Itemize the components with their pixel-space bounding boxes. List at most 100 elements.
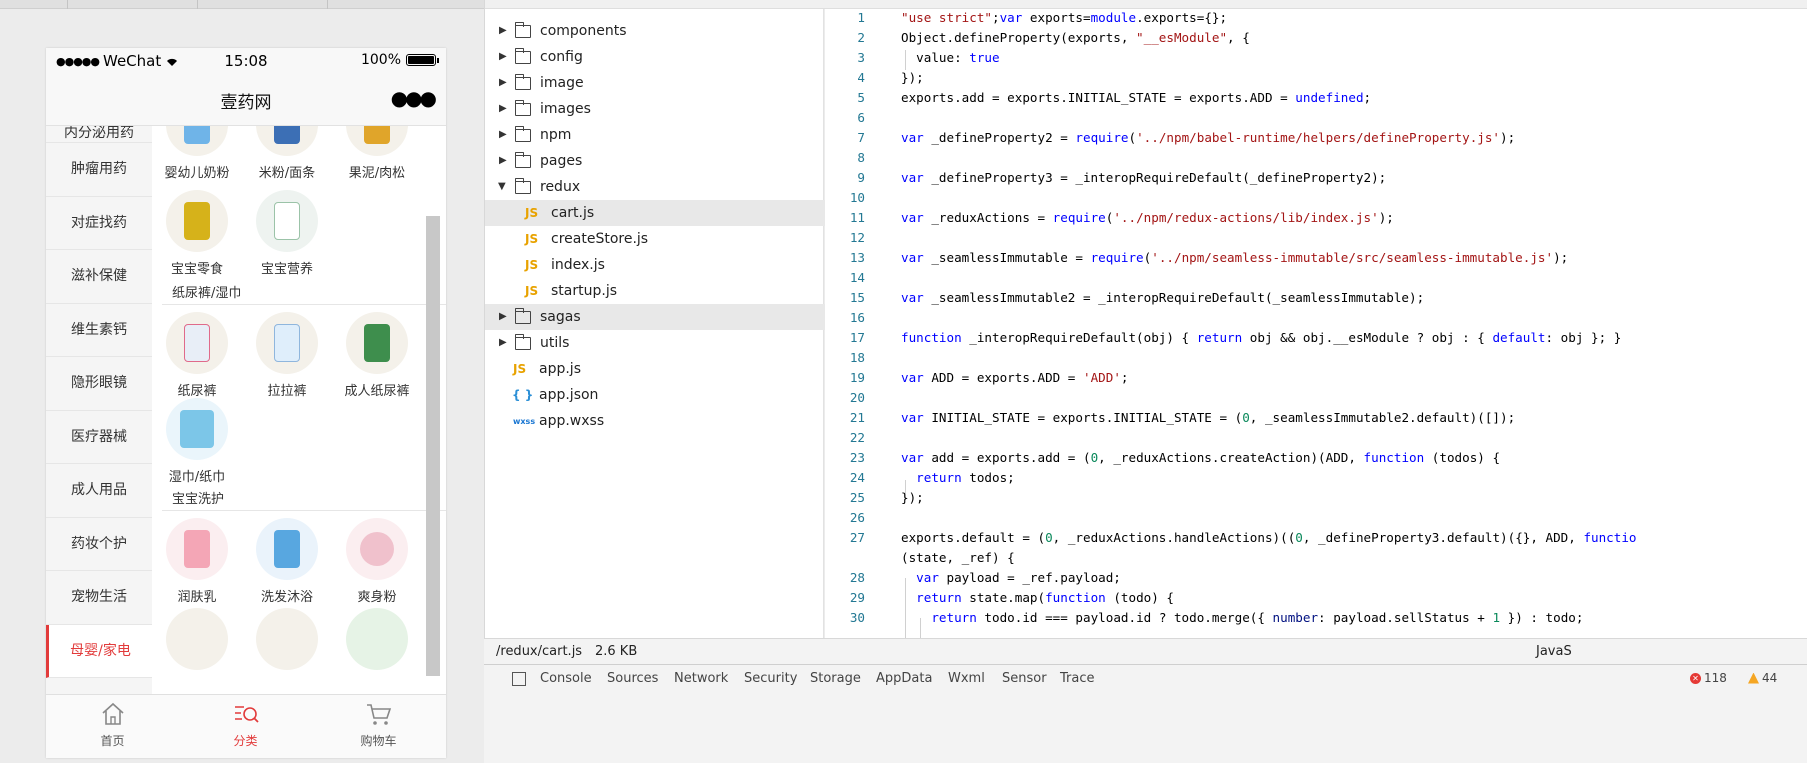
code-line: 20 bbox=[825, 388, 1807, 408]
line-number: 24 bbox=[849, 470, 865, 485]
code-editor[interactable]: 1 "use strict";var exports=module.exports… bbox=[825, 0, 1807, 638]
tab-category[interactable]: 分类 bbox=[179, 701, 312, 749]
tree-folder-components[interactable]: ▶ components bbox=[485, 18, 825, 44]
tree-header bbox=[485, 0, 825, 9]
caret-down-icon[interactable]: ▼ bbox=[498, 174, 506, 200]
tree-file-startup[interactable]: JS startup.js bbox=[485, 278, 825, 304]
line-number: 10 bbox=[849, 190, 865, 205]
tree-folder-npm[interactable]: ▶ npm bbox=[485, 122, 825, 148]
caret-right-icon[interactable]: ▶ bbox=[499, 70, 507, 96]
category-item[interactable]: 维生素钙 bbox=[46, 304, 152, 357]
product-item[interactable]: 纸尿裤 bbox=[152, 312, 242, 399]
tree-label: components bbox=[540, 23, 627, 39]
product-item[interactable] bbox=[332, 608, 422, 670]
devtools-tab-sensor[interactable]: Sensor bbox=[1002, 671, 1047, 686]
category-item[interactable]: 药妆个护 bbox=[46, 518, 152, 571]
tree-file-index[interactable]: JS index.js bbox=[485, 252, 825, 278]
line-number: 1 bbox=[857, 10, 865, 25]
product-thumbnail bbox=[346, 312, 408, 374]
tree-file-cart[interactable]: JS cart.js bbox=[485, 200, 825, 226]
devtools-tab-wxml[interactable]: Wxml bbox=[948, 671, 985, 686]
code-line: 28 var payload = _ref.payload; bbox=[825, 568, 1807, 588]
devtools-tab-appdata[interactable]: AppData bbox=[876, 671, 932, 686]
devtools-tab-console[interactable]: Console bbox=[540, 671, 592, 686]
category-item[interactable]: 滋补保健 bbox=[46, 250, 152, 304]
category-label: 维生素钙 bbox=[71, 321, 127, 338]
tab-cart[interactable]: 购物车 bbox=[312, 701, 445, 749]
code-line: 25}); bbox=[825, 488, 1807, 508]
tree-folder-sagas[interactable]: ▶ sagas bbox=[485, 304, 825, 330]
product-item[interactable]: 米粉/面条 bbox=[242, 126, 332, 181]
category-item-active[interactable]: 母婴/家电 bbox=[46, 624, 152, 678]
scrollbar[interactable] bbox=[426, 216, 440, 676]
tree-file-appjson[interactable]: { } app.json bbox=[485, 382, 825, 408]
caret-right-icon[interactable]: ▶ bbox=[499, 148, 507, 174]
code-line: 22 bbox=[825, 428, 1807, 448]
devtools-tab-security[interactable]: Security bbox=[744, 671, 797, 686]
tree-folder-config[interactable]: ▶ config bbox=[485, 44, 825, 70]
product-item[interactable]: 湿巾/纸巾 bbox=[152, 398, 242, 485]
tree-folder-redux[interactable]: ▼ redux bbox=[485, 174, 825, 200]
category-item[interactable]: 成人用品 bbox=[46, 464, 152, 518]
tab-bar: 首页 分类 购物车 bbox=[46, 694, 446, 758]
code-line: 17 function _interopRequireDefault(obj) {… bbox=[825, 328, 1807, 348]
tree-folder-images[interactable]: ▶ images bbox=[485, 96, 825, 122]
code-line: 12 bbox=[825, 228, 1807, 248]
tree-folder-utils[interactable]: ▶ utils bbox=[485, 330, 825, 356]
category-item[interactable]: 医疗器械 bbox=[46, 411, 152, 464]
product-item[interactable]: 爽身粉 bbox=[332, 518, 422, 605]
product-item[interactable]: 宝宝营养 bbox=[242, 190, 332, 277]
product-name: 婴幼儿奶粉 bbox=[164, 166, 230, 181]
language-mode[interactable]: JavaS bbox=[1536, 644, 1572, 659]
devtools-tab-sources[interactable]: Sources bbox=[607, 671, 658, 686]
cart-icon bbox=[366, 704, 391, 725]
caret-right-icon[interactable]: ▶ bbox=[499, 44, 507, 70]
category-item[interactable]: 对症找药 bbox=[46, 197, 152, 250]
toolbar-segment[interactable] bbox=[198, 0, 328, 9]
more-menu-icon[interactable]: ●●● bbox=[391, 86, 437, 110]
caret-right-icon[interactable]: ▶ bbox=[499, 96, 507, 122]
category-item[interactable]: 隐形眼镜 bbox=[46, 357, 152, 411]
caret-right-icon[interactable]: ▶ bbox=[499, 122, 507, 148]
tree-label: index.js bbox=[551, 257, 605, 273]
folder-icon bbox=[514, 100, 531, 116]
tree-folder-image[interactable]: ▶ image bbox=[485, 70, 825, 96]
devtools-tab-storage[interactable]: Storage bbox=[810, 671, 861, 686]
devtools-tab-trace[interactable]: Trace bbox=[1060, 671, 1095, 686]
caret-right-icon[interactable]: ▶ bbox=[499, 18, 507, 44]
product-item[interactable]: 润肤乳 bbox=[152, 518, 242, 605]
category-item[interactable]: 宠物生活 bbox=[46, 571, 152, 625]
battery-group: 100% bbox=[361, 52, 439, 68]
category-item[interactable]: 内分泌用药 bbox=[46, 126, 152, 143]
caret-right-icon[interactable]: ▶ bbox=[499, 304, 507, 330]
tab-label: 分类 bbox=[233, 734, 258, 748]
line-number: 17 bbox=[849, 330, 865, 345]
product-item[interactable]: 婴幼儿奶粉 bbox=[152, 126, 242, 181]
product-item[interactable]: 拉拉裤 bbox=[242, 312, 332, 399]
warning-count[interactable]: 44 bbox=[1748, 671, 1777, 685]
product-item[interactable]: 成人纸尿裤 bbox=[332, 312, 422, 399]
tree-label: utils bbox=[540, 335, 570, 351]
product-item[interactable] bbox=[152, 608, 242, 670]
tab-home[interactable]: 首页 bbox=[46, 701, 179, 749]
tree-file-appjs[interactable]: JS app.js bbox=[485, 356, 825, 382]
devtools-tab-network[interactable]: Network bbox=[674, 671, 728, 686]
error-count[interactable]: ✕ 118 bbox=[1690, 671, 1727, 685]
toolbar-segment[interactable] bbox=[0, 0, 68, 9]
product-name: 纸尿裤 bbox=[177, 384, 217, 399]
code-line: 24 return todos; bbox=[825, 468, 1807, 488]
product-item[interactable]: 果泥/肉松 bbox=[332, 126, 422, 181]
product-item[interactable] bbox=[242, 608, 332, 670]
code-line: 27 exports.default = (0, _reduxActions.ha… bbox=[825, 528, 1807, 548]
caret-right-icon[interactable]: ▶ bbox=[499, 330, 507, 356]
product-name: 成人纸尿裤 bbox=[344, 384, 410, 399]
tree-file-appwxss[interactable]: wxss app.wxss bbox=[485, 408, 825, 434]
toolbar-segment[interactable] bbox=[68, 0, 198, 9]
element-picker-icon[interactable] bbox=[512, 672, 526, 686]
folder-open-icon bbox=[514, 178, 531, 194]
product-item[interactable]: 洗发沐浴 bbox=[242, 518, 332, 605]
tree-folder-pages[interactable]: ▶ pages bbox=[485, 148, 825, 174]
product-item[interactable]: 宝宝零食 bbox=[152, 190, 242, 277]
tree-file-createstore[interactable]: JS createStore.js bbox=[485, 226, 825, 252]
category-item[interactable]: 肿瘤用药 bbox=[46, 143, 152, 197]
